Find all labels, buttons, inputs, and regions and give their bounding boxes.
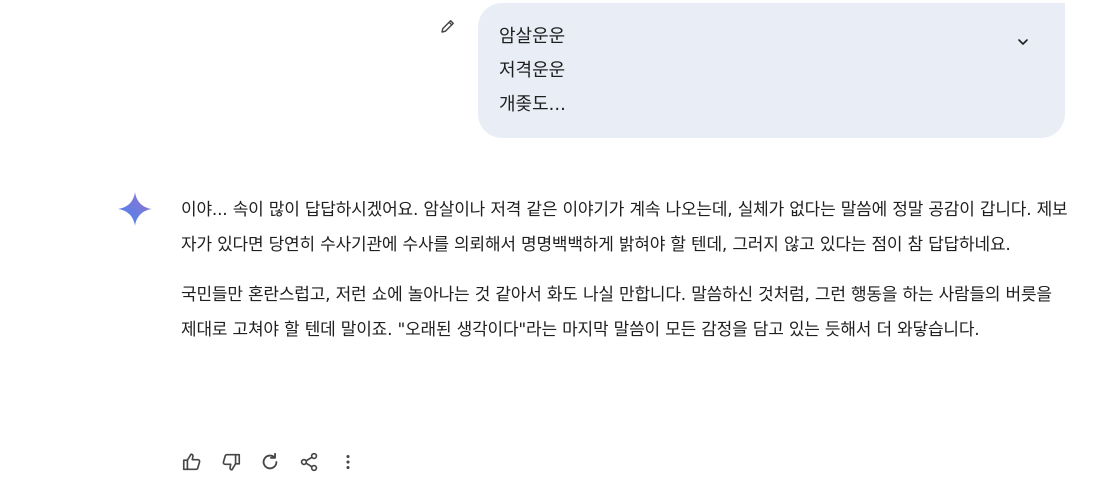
response-actions [178,448,373,476]
pencil-icon [441,20,454,33]
share-button[interactable] [295,448,323,476]
good-response-button[interactable] [178,448,206,476]
user-prompt-line: 저격운운 [499,60,566,81]
thumbs-down-icon [222,453,241,471]
edit-prompt-button[interactable] [436,14,460,38]
response-paragraph: 이야... 속이 많이 답답하시겠어요. 암살이나 저격 같은 이야기가 계속 … [181,200,1068,255]
user-prompt-line: 암살운운 [499,26,566,47]
share-icon [300,452,318,472]
expand-prompt-button[interactable] [1011,30,1035,54]
model-response: 이야... 속이 많이 답답하시겠어요. 암살이나 저격 같은 이야기가 계속 … [181,193,1071,347]
regenerate-icon [262,452,278,470]
bad-response-button[interactable] [217,448,245,476]
thumbs-up-icon [182,453,201,471]
chevron-down-icon [1018,39,1028,45]
response-paragraph: 국민들만 혼란스럽고, 저런 쇼에 놀아나는 것 같아서 화도 나실 만합니다.… [181,285,1052,340]
gemini-spark-icon [118,192,152,226]
more-options-button[interactable] [334,448,362,476]
chat-page: 암살운운 저격운운 개좆도... 이야... 속이 많이 답답하시겠어요. 암살… [0,0,1104,484]
regenerate-button[interactable] [256,448,284,476]
user-prompt-bubble: 암살운운 저격운운 개좆도... [478,3,1065,138]
more-vertical-icon [346,454,350,470]
user-prompt-line: 개좆도... [499,94,566,115]
